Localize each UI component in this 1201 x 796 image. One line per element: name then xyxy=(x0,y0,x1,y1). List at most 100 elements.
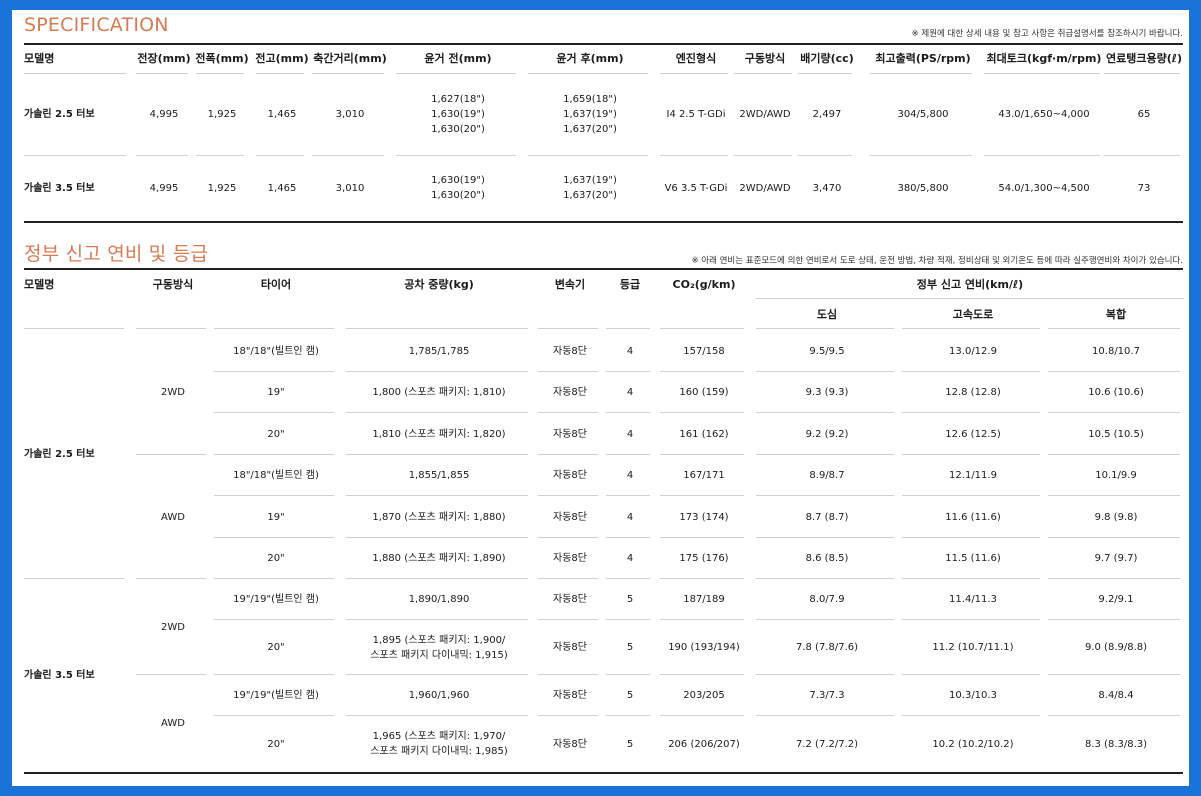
spec-cell: 가솔린 3.5 터보 xyxy=(24,182,95,194)
spec-row-divider xyxy=(734,155,792,156)
spec-header-underline xyxy=(24,73,126,74)
fuel-cell: 12.8 (12.8) xyxy=(945,387,1001,398)
spec-header-underline xyxy=(734,73,792,74)
fuel-cell: 11.5 (11.6) xyxy=(945,553,1001,564)
spec-header-2: 전폭(mm) xyxy=(195,51,249,65)
fuel-header-grade: 등급 xyxy=(619,277,641,291)
fuel-cell: 9.2 (9.2) xyxy=(805,428,849,440)
fuel-header-drive: 구동방식 xyxy=(152,277,194,291)
fuel-cell: 1,890/1,890 xyxy=(408,594,470,605)
spec-header-underline xyxy=(528,73,648,74)
fuel-cell: 175 (176) xyxy=(679,553,729,564)
fuel-header-underline xyxy=(136,328,206,329)
fuel-cell: 7.2 (7.2/7.2) xyxy=(795,738,859,750)
spec-row-divider xyxy=(660,155,728,156)
fuel-cell: 11.2 (10.7/11.1) xyxy=(932,642,1014,653)
fuel-cell: 203/205 xyxy=(683,690,725,701)
spec-cell: 380/5,800 xyxy=(897,182,949,194)
fuel-bottom-rule xyxy=(24,772,1183,774)
fuel-header-mileage-underline xyxy=(756,298,1184,299)
fuel-header-highway: 고속도로 xyxy=(952,307,994,321)
fuel-cell: 1,785/1,785 xyxy=(408,345,470,357)
fuel-cell: 자동8단 xyxy=(553,511,587,523)
fuel-model-cell: 가솔린 2.5 터보 xyxy=(24,449,95,460)
fuel-cell: 167/171 xyxy=(683,470,725,481)
fuel-cell: 9.8 (9.8) xyxy=(1094,511,1138,523)
fuel-cell: 9.2/9.1 xyxy=(1098,594,1134,605)
spec-row-divider xyxy=(870,155,972,156)
fuel-header-underline xyxy=(538,328,598,329)
spec-sheet: SPECIFICATION ※ 제원에 대한 상세 내용 및 참고 사항은 취급… xyxy=(12,10,1189,786)
spec-row-divider xyxy=(528,155,648,156)
fuel-model-cell: 가솔린 3.5 터보 xyxy=(24,670,95,681)
spec-header-11: 최대토크(kgf·m/rpm) xyxy=(986,51,1102,65)
fuel-drive-cell: AWD xyxy=(161,718,185,729)
fuel-header-underline xyxy=(902,328,1040,329)
fuel-cell: 19"/19"(빌트인 캠) xyxy=(233,690,319,701)
spec-cell: 가솔린 2.5 터보 xyxy=(24,108,95,120)
fuel-cell: 4 xyxy=(626,387,634,398)
fuel-drive-cell: AWD xyxy=(161,511,185,523)
fuel-cell: 10.6 (10.6) xyxy=(1088,387,1144,398)
spec-cell: 1,925 xyxy=(207,108,237,120)
spec-header-5: 윤거 전(mm) xyxy=(424,51,492,65)
fuel-cell: 5 xyxy=(626,594,634,605)
spec-cell: 1,627(18") 1,630(19") 1,630(20") xyxy=(431,93,485,135)
spec-row-divider xyxy=(256,155,304,156)
fuel-cell: 4 xyxy=(626,470,634,481)
spec-header-underline xyxy=(312,73,384,74)
fuel-header-trans: 변속기 xyxy=(554,277,586,291)
fuel-cell: 9.7 (9.7) xyxy=(1094,553,1138,564)
fuel-header-underline xyxy=(606,328,650,329)
spec-header-10: 최고출력(PS/rpm) xyxy=(875,51,971,65)
spec-cell: 2WD/AWD xyxy=(739,108,791,120)
spec-note: ※ 제원에 대한 상세 내용 및 참고 사항은 취급설명서를 참조하시기 바랍니… xyxy=(911,29,1183,39)
fuel-cell: 4 xyxy=(626,345,634,357)
fuel-cell: 12.1/11.9 xyxy=(949,470,997,481)
fuel-cell: 1,965 (스포츠 패키지: 1,970/ 스포츠 패키지 다이내믹: 1,9… xyxy=(370,731,508,757)
fuel-cell: 1,800 (스포츠 패키지: 1,810) xyxy=(372,387,506,398)
spec-title: SPECIFICATION xyxy=(24,14,169,36)
fuel-cell: 190 (193/194) xyxy=(668,642,740,653)
spec-row-divider xyxy=(196,155,244,156)
spec-cell: 1,465 xyxy=(267,108,297,120)
spec-cell: 1,630(19") 1,630(20") xyxy=(431,175,485,201)
fuel-cell: 9.5/9.5 xyxy=(809,345,845,357)
fuel-cell: 자동8단 xyxy=(553,642,587,653)
fuel-cell: 19" xyxy=(267,387,285,398)
fuel-cell: 1,880 (스포츠 패키지: 1,890) xyxy=(372,553,506,564)
fuel-header-underline xyxy=(24,328,124,329)
fuel-header-co2: CO₂(g/km) xyxy=(672,277,736,291)
fuel-drive-cell: 2WD xyxy=(161,387,185,398)
fuel-cell: 9.3 (9.3) xyxy=(805,387,849,398)
fuel-cell: 5 xyxy=(626,690,634,701)
spec-cell: 2,497 xyxy=(812,108,842,120)
fuel-cell: 자동8단 xyxy=(553,738,587,750)
spec-cell: 1,465 xyxy=(267,182,297,194)
fuel-drive-cell: 2WD xyxy=(161,621,185,633)
fuel-cell: 5 xyxy=(626,738,634,750)
fuel-cell: 1,870 (스포츠 패키지: 1,880) xyxy=(372,511,506,523)
spec-cell: 43.0/1,650~4,000 xyxy=(998,108,1090,120)
fuel-cell: 13.0/12.9 xyxy=(949,345,997,357)
fuel-cell: 19"/19"(빌트인 캠) xyxy=(233,594,319,605)
fuel-cell: 7.8 (7.8/7.6) xyxy=(795,642,859,653)
fuel-cell: 18"/18"(빌트인 캠) xyxy=(233,345,319,357)
fuel-header-underline xyxy=(214,328,334,329)
spec-cell: 1,659(18") 1,637(19") 1,637(20") xyxy=(563,93,617,135)
spec-row-divider xyxy=(984,155,1100,156)
spec-header-1: 전장(mm) xyxy=(137,51,191,65)
fuel-cell: 173 (174) xyxy=(679,511,729,523)
spec-row-divider xyxy=(312,155,384,156)
fuel-cell: 8.4/8.4 xyxy=(1098,690,1134,701)
fuel-cell: 12.6 (12.5) xyxy=(945,428,1001,440)
fuel-cell: 20" xyxy=(267,738,285,750)
spec-cell: 4,995 xyxy=(149,108,179,120)
spec-top-rule xyxy=(24,43,1183,45)
spec-cell: I4 2.5 T-GDi xyxy=(666,108,726,120)
spec-header-underline xyxy=(1104,73,1180,74)
fuel-header-model: 모델명 xyxy=(24,277,55,291)
fuel-cell: 4 xyxy=(626,553,634,564)
spec-cell: V6 3.5 T-GDi xyxy=(664,182,728,194)
spec-header-underline xyxy=(196,73,244,74)
